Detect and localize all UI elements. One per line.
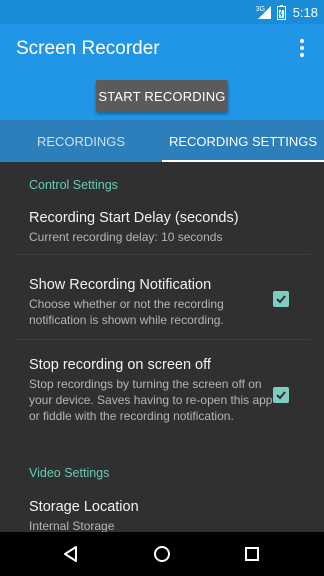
pref-start-delay[interactable]: Recording Start Delay (seconds) Current … [29,209,308,245]
check-icon [276,391,286,400]
overflow-menu-icon[interactable] [290,36,314,60]
control-settings-header: Control Settings [29,178,118,192]
pref-storage-location-title: Storage Location [29,499,139,515]
pref-show-notification[interactable]: Show Recording Notification Choose wheth… [29,276,274,328]
clock: 5:18 [292,4,318,20]
video-settings-header: Video Settings [29,466,110,480]
show-notification-checkbox[interactable] [273,291,289,307]
pref-stop-on-screen-off[interactable]: Stop recording on screen off Stop record… [29,356,274,424]
pref-show-notification-title: Show Recording Notification [29,277,212,293]
pref-storage-location[interactable]: Storage Location Internal Storage [29,498,308,532]
tab-bar: RECORDINGS RECORDING SETTINGS [0,120,324,162]
pref-start-delay-summary: Current recording delay: 10 seconds [29,230,223,244]
back-icon[interactable] [59,542,83,566]
pref-show-notification-summary: Choose whether or not the recording noti… [29,297,224,327]
battery-icon [276,4,286,20]
pref-stop-on-screen-off-summary: Stop recordings by turning the screen of… [29,377,273,423]
start-recording-button[interactable]: START RECORDING [96,80,228,112]
signal-icon: 3G [256,4,272,20]
tab-recordings[interactable]: RECORDINGS [0,120,162,162]
status-bar: 3G 5:18 [0,0,324,24]
home-icon[interactable] [150,542,174,566]
pref-start-delay-title: Recording Start Delay (seconds) [29,210,239,226]
check-icon [276,295,286,304]
divider [14,254,310,255]
navigation-bar [0,532,324,576]
divider [14,339,310,340]
recents-icon[interactable] [240,542,264,566]
stop-on-screen-off-checkbox[interactable] [273,387,289,403]
app-title: Screen Recorder [16,38,160,59]
settings-list: Control Settings Recording Start Delay (… [0,162,324,532]
tab-recording-settings[interactable]: RECORDING SETTINGS [162,120,324,162]
status-icons: 3G 5:18 [256,0,318,24]
pref-storage-location-summary: Internal Storage [29,519,115,532]
pref-stop-on-screen-off-title: Stop recording on screen off [29,357,211,373]
